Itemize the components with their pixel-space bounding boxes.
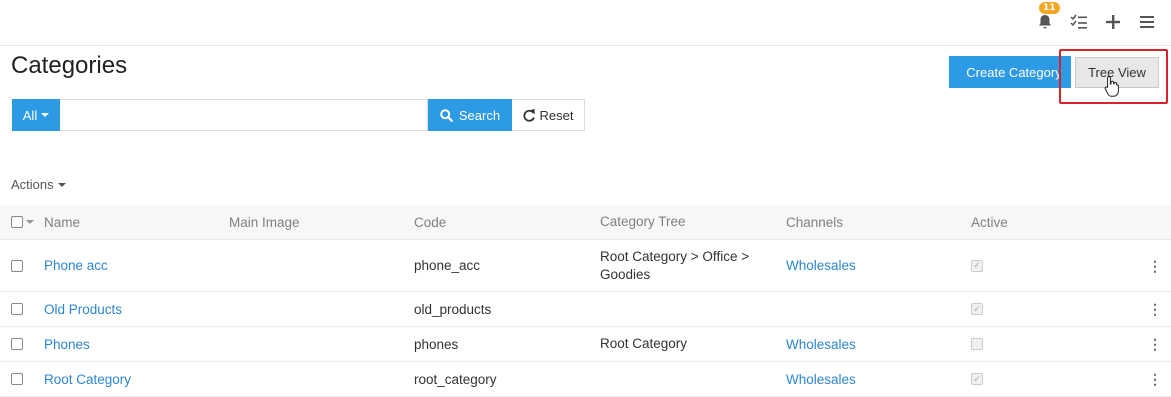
menu-icon[interactable] [1137,12,1157,32]
row-active-checkbox: ✓ [971,240,983,291]
create-category-button[interactable]: Create Category [949,56,1071,88]
search-bar: All Search Reset [12,99,585,131]
plus-icon[interactable] [1103,12,1123,32]
row-channel-link[interactable]: Wholesales [786,258,856,273]
reset-button[interactable]: Reset [512,99,585,131]
row-actions-kebab-icon[interactable]: ⋮ [1148,302,1162,316]
categories-table: Name Main Image Code Category Tree Chann… [0,205,1171,397]
row-name-link[interactable]: Phones [44,337,90,352]
search-icon [440,108,453,122]
column-header-name[interactable]: Name [44,205,80,239]
notification-badge: 11 [1039,2,1060,14]
row-active-checkbox: ✓ [971,292,983,326]
row-code: phone_acc [414,258,481,273]
chevron-down-icon [41,113,50,117]
reset-button-label: Reset [539,107,574,123]
column-header-category-tree: Category Tree [600,214,686,229]
row-code: old_products [414,301,492,317]
tree-view-button[interactable]: Tree View [1075,57,1159,88]
row-checkbox[interactable] [11,327,23,361]
actions-dropdown[interactable]: Actions [11,177,66,192]
page-title: Categories [11,52,128,79]
tasks-icon[interactable] [1069,12,1089,32]
table-row[interactable]: Old Products old_products ✓ ⋮ [0,292,1171,327]
reset-icon [522,108,535,122]
table-row[interactable]: Phones phones Root Category Wholesales ✓… [0,327,1171,362]
row-channel-link[interactable]: Wholesales [786,337,856,352]
row-actions-kebab-icon[interactable]: ⋮ [1148,337,1162,351]
search-button[interactable]: Search [428,99,512,131]
column-header-active[interactable]: Active [971,205,1008,239]
row-name-link[interactable]: Old Products [44,302,122,317]
actions-label: Actions [11,177,54,192]
column-header-main-image: Main Image [229,214,300,230]
scope-dropdown[interactable]: All [12,99,60,131]
row-category-tree [600,292,770,326]
row-checkbox[interactable] [11,292,23,326]
table-row[interactable]: Phone acc phone_acc Root Category > Offi… [0,240,1171,292]
table-header: Name Main Image Code Category Tree Chann… [0,205,1171,240]
bell-icon[interactable]: 11 [1035,2,1060,32]
row-category-tree: Root Category [600,336,688,351]
row-channel-link[interactable]: Wholesales [786,372,856,387]
row-category-tree: Root Category > Office > Goodies [600,248,750,282]
top-icons: 11 [1035,2,1157,32]
row-code: root_category [414,371,497,387]
scope-label: All [22,107,38,123]
search-input[interactable] [60,99,428,131]
row-checkbox[interactable] [11,240,23,291]
table-row[interactable]: Root Category root_category Wholesales ✓… [0,362,1171,397]
column-header-channels: Channels [786,214,844,230]
row-active-checkbox: ✓ [971,362,983,396]
top-bar: 11 [0,0,1171,46]
row-code: phones [414,336,459,352]
chevron-down-icon [57,182,66,187]
column-header-code[interactable]: Code [414,205,446,239]
row-actions-kebab-icon[interactable]: ⋮ [1148,372,1162,386]
row-name-link[interactable]: Root Category [44,372,131,387]
row-category-tree [600,362,770,396]
row-checkbox[interactable] [11,362,23,396]
search-button-label: Search [458,107,501,123]
select-all-checkbox[interactable] [11,205,34,239]
row-active-checkbox: ✓ [971,327,983,361]
row-name-link[interactable]: Phone acc [44,258,108,273]
row-actions-kebab-icon[interactable]: ⋮ [1148,259,1162,273]
chevron-down-icon [26,220,34,224]
